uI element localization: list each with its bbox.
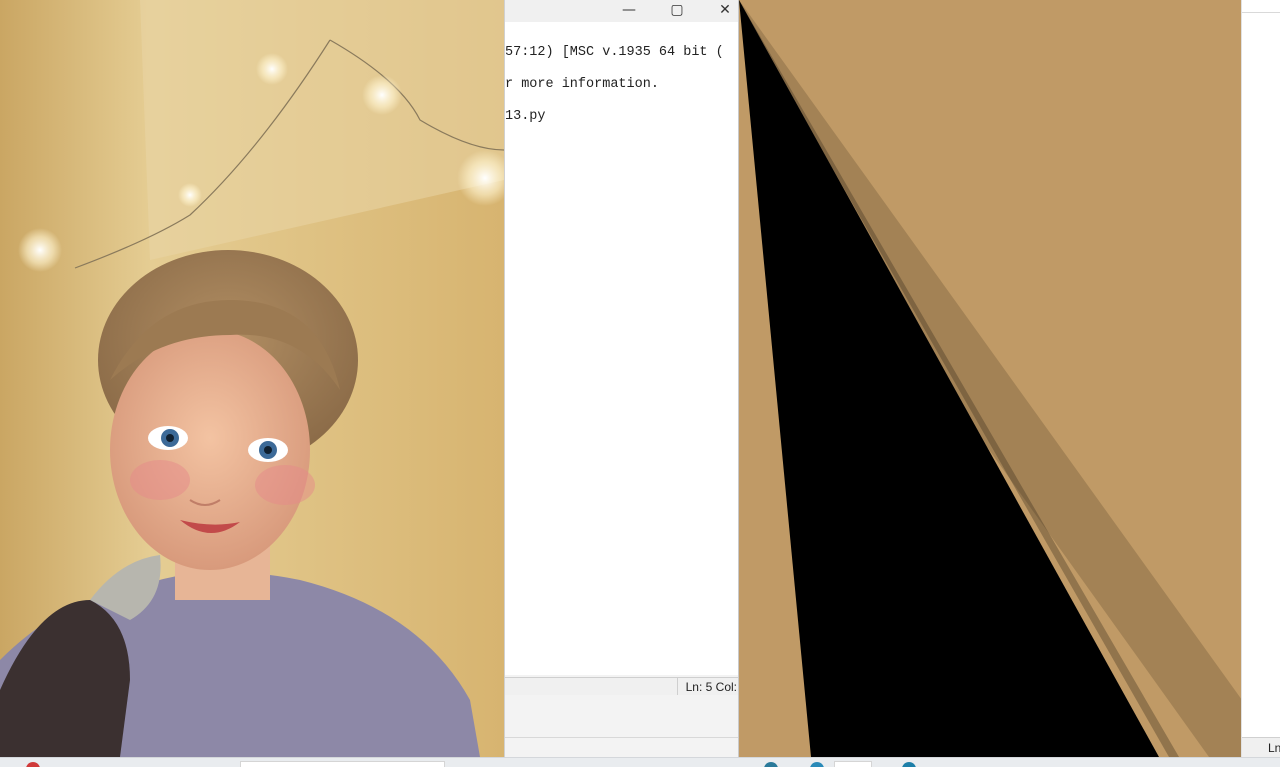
divider bbox=[505, 737, 739, 738]
background-window bbox=[505, 695, 739, 757]
taskbar-button[interactable] bbox=[240, 761, 445, 767]
app-icon[interactable] bbox=[902, 762, 916, 767]
shell-titlebar: — ▢ ✕ bbox=[505, 0, 739, 22]
shell-status-bar: Ln: 5 Col: bbox=[505, 677, 739, 696]
app-icon[interactable] bbox=[810, 762, 824, 767]
photo-image bbox=[0, 0, 504, 757]
turtle-drawing bbox=[739, 0, 1241, 757]
cursor-position: Ln: 5 Col: bbox=[685, 680, 737, 694]
turtle-canvas-window[interactable] bbox=[738, 0, 1241, 757]
python-shell-window: — ▢ ✕ 57:12) [MSC v.1935 64 bit ( r more… bbox=[504, 0, 739, 757]
taskbar bbox=[0, 757, 1280, 767]
maximize-icon[interactable]: ▢ bbox=[655, 0, 699, 20]
minimize-icon[interactable]: — bbox=[607, 0, 651, 20]
background-editor-window: Ln bbox=[1241, 0, 1280, 757]
app-icon[interactable] bbox=[764, 762, 778, 767]
divider bbox=[1242, 12, 1280, 13]
shell-line: 13.py bbox=[505, 109, 546, 124]
status-label: Ln bbox=[1268, 741, 1280, 755]
taskbar-button[interactable] bbox=[834, 761, 872, 767]
shell-line: r more information. bbox=[505, 77, 659, 92]
shell-output[interactable]: 57:12) [MSC v.1935 64 bit ( r more infor… bbox=[505, 22, 739, 675]
shell-line: 57:12) [MSC v.1935 64 bit ( bbox=[505, 45, 724, 60]
status-divider bbox=[677, 678, 678, 696]
webcam-photo-window bbox=[0, 0, 504, 757]
right-status-bar: Ln bbox=[1242, 737, 1280, 757]
app-icon[interactable] bbox=[26, 762, 40, 767]
